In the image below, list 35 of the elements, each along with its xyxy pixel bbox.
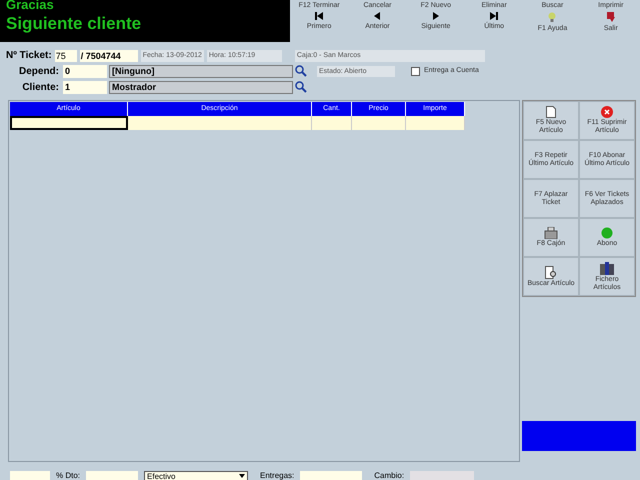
door-exit-icon	[606, 12, 616, 22]
page-search-icon	[545, 266, 557, 278]
checkbox[interactable]	[411, 66, 420, 76]
page-icon	[546, 106, 556, 118]
input-field[interactable]	[10, 470, 50, 480]
ticket-label: Nº Ticket:	[6, 49, 52, 63]
given-label: Entregas:	[260, 470, 294, 480]
display-text: Siguiente cliente	[6, 13, 142, 35]
depend-label: Depend:	[18, 64, 60, 78]
table-cell[interactable]	[10, 116, 128, 130]
client-name-field: Mostrador	[109, 80, 293, 94]
change-field	[410, 470, 474, 480]
close-icon	[601, 106, 613, 118]
given-field[interactable]	[300, 470, 362, 480]
skip-forward-icon	[490, 12, 498, 20]
depend-code-field[interactable]: 0	[63, 64, 107, 78]
cash-register-icon	[544, 227, 558, 239]
triangle-right-icon	[432, 12, 439, 20]
circle-icon	[601, 227, 613, 239]
caret-icon	[239, 474, 246, 478]
skip-back-icon	[315, 12, 324, 20]
lightbulb-icon	[548, 12, 556, 22]
ticket-serial-field[interactable]: / 7504744	[80, 50, 138, 62]
search-icon[interactable]	[295, 81, 307, 93]
depend-name-field: [Ninguno]	[109, 64, 293, 78]
search-icon[interactable]	[295, 65, 307, 77]
payment-dropdown[interactable]: Efectivo	[144, 470, 248, 480]
triangle-left-icon	[374, 12, 380, 20]
client-label: Cliente:	[21, 80, 60, 94]
ticket-number-field[interactable]: 75	[54, 50, 77, 62]
change-label: Cambio:	[374, 470, 404, 480]
discount-field[interactable]	[86, 470, 138, 480]
client-code-field[interactable]: 1	[63, 80, 107, 94]
discount-label: % Dto:	[56, 470, 80, 480]
books-icon	[600, 262, 614, 274]
